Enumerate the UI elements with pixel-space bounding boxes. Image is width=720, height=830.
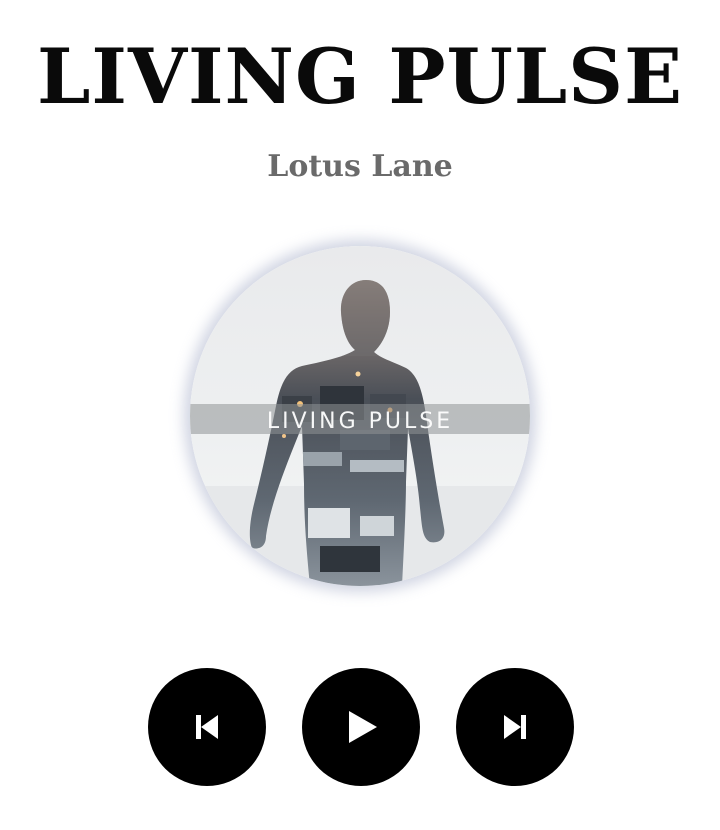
album-artwork-image: LIVING PULSE [190, 246, 530, 586]
skip-next-icon [504, 715, 526, 739]
playback-controls [0, 668, 720, 786]
play-button[interactable] [302, 668, 420, 786]
previous-button[interactable] [148, 668, 266, 786]
play-icon [345, 711, 377, 743]
next-button[interactable] [456, 668, 574, 786]
skip-previous-icon [196, 715, 218, 739]
artist-name: Lotus Lane [267, 149, 453, 184]
album-artwork: LIVING PULSE [190, 246, 530, 586]
album-cover-text: LIVING PULSE [267, 409, 453, 434]
song-title: LIVING PULSE [36, 32, 683, 121]
